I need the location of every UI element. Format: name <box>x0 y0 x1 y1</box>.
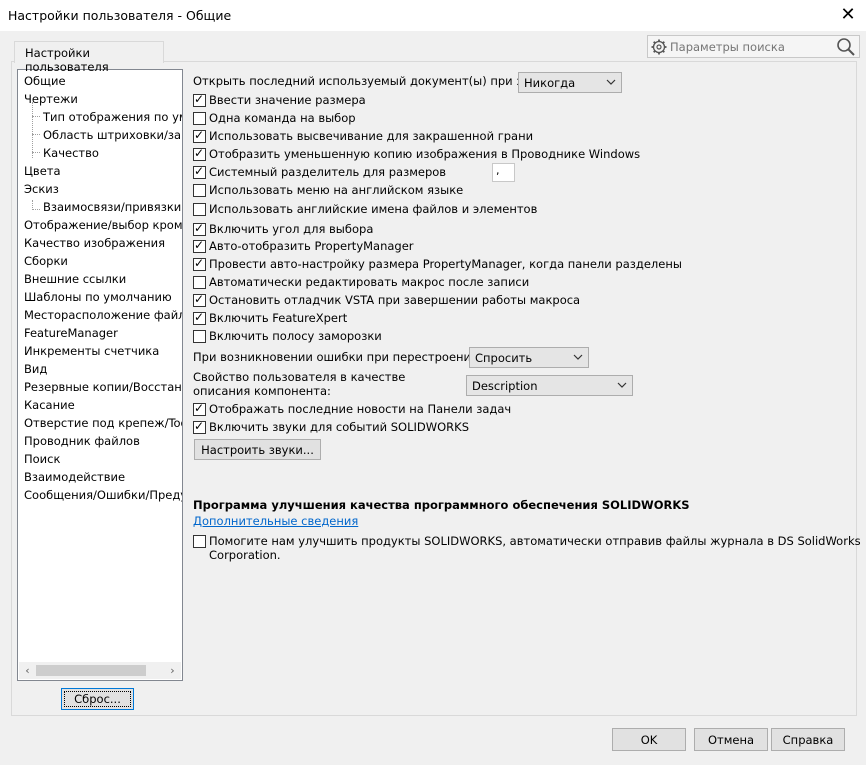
tree-item-display-type[interactable]: Тип отображения по умо <box>43 109 182 126</box>
checkbox[interactable] <box>193 184 206 197</box>
tree-item-messages[interactable]: Сообщения/Ошибки/Преду <box>24 487 182 504</box>
improvement-checkbox-line2: Corporation. <box>209 548 281 562</box>
rebuild-error-value: Спросить <box>475 351 533 365</box>
tree-item-file-locations[interactable]: Месторасположение файло <box>24 307 182 324</box>
open-last-doc-value: Никогда <box>524 76 576 90</box>
open-last-doc-select[interactable]: Никогда <box>518 72 622 93</box>
checkbox[interactable] <box>193 330 206 343</box>
tree-item-drawings[interactable]: Чертежи <box>24 91 78 108</box>
checkbox[interactable] <box>193 146 206 161</box>
checkbox[interactable] <box>193 310 206 325</box>
checkbox[interactable] <box>193 221 206 236</box>
gear-icon[interactable] <box>650 38 668 56</box>
tree-item-featuremanager[interactable]: FeatureManager <box>24 325 118 342</box>
tree-item-relations[interactable]: Взаимосвязи/привязки <box>43 199 181 216</box>
scroll-left-icon[interactable]: ‹ <box>19 662 36 679</box>
checkbox[interactable] <box>193 128 206 143</box>
tree-item-assemblies[interactable]: Сборки <box>24 253 68 270</box>
chevron-down-icon <box>606 79 616 85</box>
settings-tree[interactable]: Общие Чертежи Тип отображения по умо Обл… <box>17 69 183 681</box>
checkbox[interactable] <box>193 164 206 179</box>
cancel-button[interactable]: Отмена <box>694 728 768 751</box>
component-property-value: Description <box>472 379 538 393</box>
rebuild-error-select[interactable]: Спросить <box>469 347 589 368</box>
tab-user-settings[interactable]: Настройки пользователя <box>14 41 164 74</box>
improvement-heading: Программа улучшения качества программног… <box>193 498 690 512</box>
help-button[interactable]: Справка <box>771 728 845 751</box>
search-icon[interactable] <box>835 37 857 57</box>
tree-item-touch[interactable]: Касание <box>24 397 75 414</box>
close-icon[interactable]: ✕ <box>836 4 860 26</box>
tree-item-search[interactable]: Поиск <box>24 451 60 468</box>
checkbox[interactable] <box>193 92 206 107</box>
tree-connector <box>32 102 33 158</box>
separator-field[interactable]: , <box>492 163 515 182</box>
component-property-label-line1: Свойство пользователя в качестве <box>193 370 406 384</box>
checkbox[interactable] <box>193 535 206 548</box>
tree-item-hatch-area[interactable]: Область штриховки/запо <box>43 127 182 144</box>
configure-sounds-button[interactable]: Настроить звуки... <box>194 439 321 460</box>
title-bar: Настройки пользователя - Общие ✕ <box>0 0 866 31</box>
tree-item-collaboration[interactable]: Взаимодействие <box>24 469 125 486</box>
reset-button[interactable]: Сброс... <box>61 688 134 710</box>
component-property-label-line2: описания компонента: <box>193 384 331 398</box>
tree-item-quality[interactable]: Качество <box>43 145 99 162</box>
tree-item-default-templates[interactable]: Шаблоны по умолчанию <box>24 289 172 306</box>
checkbox[interactable] <box>193 419 206 434</box>
chevron-down-icon <box>573 354 583 360</box>
checkbox[interactable] <box>193 256 206 271</box>
component-property-select[interactable]: Description <box>466 375 633 396</box>
chevron-down-icon <box>617 382 627 388</box>
horizontal-scrollbar[interactable]: ‹ › <box>19 662 181 679</box>
search-box[interactable] <box>647 35 860 58</box>
tree-connector <box>32 134 40 135</box>
ok-button[interactable]: OK <box>612 728 686 751</box>
checkbox[interactable] <box>193 292 206 307</box>
tree-item-general[interactable]: Общие <box>24 73 66 90</box>
scroll-right-icon[interactable]: › <box>164 662 181 679</box>
checkbox[interactable] <box>193 401 206 416</box>
open-last-doc-label: Открыть последний используемый документ(… <box>193 74 569 88</box>
tree-item-hole-wizard[interactable]: Отверстие под крепеж/Toolb <box>24 415 182 432</box>
tree-item-colors[interactable]: Цвета <box>24 163 61 180</box>
search-input[interactable] <box>670 38 835 55</box>
more-info-link[interactable]: Дополнительные сведения <box>193 514 358 528</box>
tree-item-backup[interactable]: Резервные копии/Восстанов <box>24 379 182 396</box>
tree-item-sketch[interactable]: Эскиз <box>24 181 59 198</box>
tree-connector <box>32 209 40 210</box>
scroll-thumb[interactable] <box>36 665 146 676</box>
tree-item-edge-display[interactable]: Отображение/выбор кромки <box>24 217 182 234</box>
window-title: Настройки пользователя - Общие <box>8 8 232 23</box>
tree-connector <box>32 152 40 153</box>
checkbox[interactable] <box>193 112 206 125</box>
checkbox[interactable] <box>193 203 206 216</box>
tree-item-image-quality[interactable]: Качество изображения <box>24 235 165 252</box>
checkbox[interactable] <box>193 276 206 289</box>
tree-item-external-refs[interactable]: Внешние ссылки <box>24 271 126 288</box>
tree-item-spin-increments[interactable]: Инкременты счетчика <box>24 343 159 360</box>
rebuild-error-label: При возникновении ошибки при перестроени… <box>193 350 483 364</box>
tree-item-view[interactable]: Вид <box>24 361 47 378</box>
tree-connector <box>32 116 40 117</box>
tree-item-file-explorer[interactable]: Проводник файлов <box>24 433 140 450</box>
checkbox[interactable] <box>193 238 206 253</box>
